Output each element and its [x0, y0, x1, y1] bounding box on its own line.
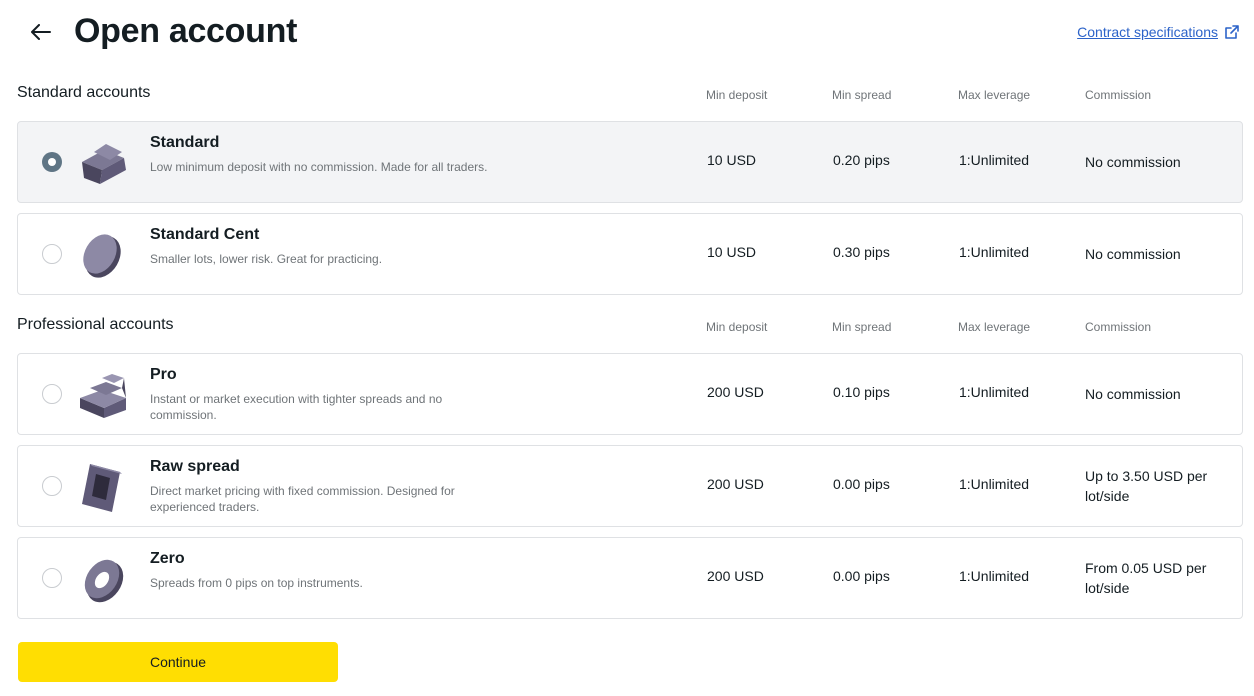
professional-accounts-header: Professional accounts Min deposit Min sp…: [17, 316, 1243, 338]
radio-pro[interactable]: [42, 384, 62, 404]
max-leverage-value: 1:Unlimited: [959, 152, 1030, 168]
max-leverage-value: 1:Unlimited: [959, 568, 1030, 584]
account-name: Raw spread: [150, 458, 240, 475]
account-card-zero[interactable]: Zero Spreads from 0 pips on top instrume…: [17, 537, 1243, 619]
column-header-min-deposit: Min deposit: [706, 320, 768, 334]
account-name: Standard Cent: [150, 226, 260, 243]
column-header-min-spread: Min spread: [832, 320, 892, 334]
max-leverage-value: 1:Unlimited: [959, 384, 1030, 400]
commission-value: No commission: [1085, 386, 1181, 402]
radio-raw-spread[interactable]: [42, 476, 62, 496]
min-spread-value: 0.10 pips: [833, 384, 890, 400]
account-name: Standard: [150, 134, 220, 151]
account-card-standard-cent[interactable]: Standard Cent Smaller lots, lower risk. …: [17, 213, 1243, 295]
disc-icon: [76, 228, 130, 282]
commission-value: No commission: [1085, 154, 1181, 170]
page-title: Open account: [74, 12, 298, 50]
min-deposit-value: 200 USD: [707, 384, 764, 400]
column-header-min-spread: Min spread: [832, 88, 892, 102]
external-link-icon: [1224, 24, 1240, 40]
column-header-commission: Commission: [1085, 320, 1152, 334]
max-leverage-value: 1:Unlimited: [959, 244, 1030, 260]
account-description: Low minimum deposit with no commission. …: [150, 160, 488, 174]
account-description: Direct market pricing with fixed commiss…: [150, 484, 455, 514]
section-title-standard: Standard accounts: [17, 84, 151, 101]
commission-value: Up to 3.50 USD per lot/side: [1085, 468, 1208, 504]
arrow-left-icon: [31, 23, 51, 45]
section-title-professional: Professional accounts: [17, 316, 174, 333]
account-name: Pro: [150, 366, 177, 383]
min-spread-value: 0.30 pips: [833, 244, 890, 260]
min-spread-value: 0.20 pips: [833, 152, 890, 168]
radio-standard[interactable]: [42, 152, 62, 172]
column-header-commission: Commission: [1085, 88, 1152, 102]
ring-icon: [76, 552, 130, 606]
radio-zero[interactable]: [42, 568, 62, 588]
contract-specifications-label: Contract specifications: [1077, 24, 1218, 40]
min-deposit-value: 10 USD: [707, 244, 757, 260]
commission-value: No commission: [1085, 246, 1181, 262]
min-deposit-value: 10 USD: [707, 152, 757, 168]
column-header-max-leverage: Max leverage: [958, 88, 1031, 102]
column-header-max-leverage: Max leverage: [958, 320, 1031, 334]
continue-button[interactable]: Continue: [18, 642, 338, 682]
max-leverage-value: 1:Unlimited: [959, 476, 1030, 492]
standard-accounts-header: Standard accounts Min deposit Min spread…: [17, 84, 1243, 106]
account-card-raw-spread[interactable]: Raw spread Direct market pricing with fi…: [17, 445, 1243, 527]
frame-icon: [76, 460, 130, 514]
page-header: Open account Contract specifications: [0, 0, 1254, 70]
column-header-min-deposit: Min deposit: [706, 88, 768, 102]
stairs-icon: [76, 368, 130, 422]
account-description: Smaller lots, lower risk. Great for prac…: [150, 252, 383, 266]
min-spread-value: 0.00 pips: [833, 476, 890, 492]
contract-specifications-link[interactable]: Contract specifications: [1077, 24, 1240, 40]
wedge-icon: [76, 136, 130, 190]
radio-standard-cent[interactable]: [42, 244, 62, 264]
account-card-standard[interactable]: Standard Low minimum deposit with no com…: [17, 121, 1243, 203]
account-description: Instant or market execution with tighter…: [150, 392, 443, 422]
account-description: Spreads from 0 pips on top instruments.: [150, 576, 363, 590]
account-card-pro[interactable]: Pro Instant or market execution with tig…: [17, 353, 1243, 435]
min-spread-value: 0.00 pips: [833, 568, 890, 584]
back-button[interactable]: [26, 20, 56, 48]
min-deposit-value: 200 USD: [707, 476, 764, 492]
account-name: Zero: [150, 550, 185, 567]
min-deposit-value: 200 USD: [707, 568, 764, 584]
commission-value: From 0.05 USD per lot/side: [1085, 560, 1207, 596]
